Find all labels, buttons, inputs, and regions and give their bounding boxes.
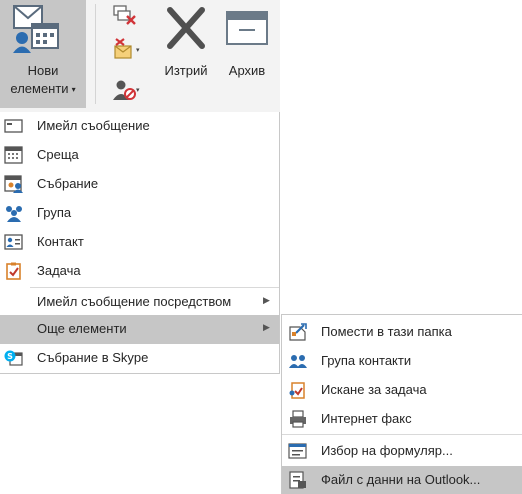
archive-icon	[226, 11, 268, 45]
ribbon-divider	[95, 4, 96, 104]
more-items-submenu: Помести в тази папка Група контакти Иска…	[281, 314, 522, 494]
submenu-item-outlook-data-file[interactable]: Файл с данни на Outlook...	[282, 466, 522, 494]
menu-item-label: Контакт	[37, 234, 84, 249]
menu-item-label: Събрание	[37, 176, 99, 191]
menu-item-label: Имейл съобщение	[37, 118, 150, 133]
clean-up-icon	[114, 38, 132, 59]
submenu-item-choose-form[interactable]: Избор на формуляр...	[282, 437, 522, 465]
delete-button[interactable]: Изтрий	[158, 0, 214, 90]
clean-up-button[interactable]: ▾	[108, 36, 144, 62]
new-items-label-line1: Нови	[27, 63, 59, 78]
submenu-item-label: Файл с данни на Outlook...	[321, 472, 481, 487]
submenu-arrow-icon: ▶	[263, 295, 270, 305]
submenu-item-task-request[interactable]: Искане за задача	[282, 376, 522, 404]
chevron-down-icon: ▾	[136, 47, 140, 54]
new-items-button[interactable]: Нови елементи ▾	[0, 0, 86, 108]
menu-item-label: Среща	[37, 147, 79, 162]
menu-item-label: Още елементи	[37, 321, 127, 336]
delete-icon	[167, 7, 205, 49]
junk-icon	[113, 80, 136, 100]
submenu-separator	[282, 434, 522, 435]
task-request-icon	[289, 382, 305, 399]
ignore-button[interactable]	[108, 2, 144, 28]
fax-icon	[290, 410, 306, 428]
submenu-item-post-in-folder[interactable]: Помести в тази папка	[282, 318, 522, 346]
submenu-item-label: Група контакти	[321, 353, 412, 368]
menu-item-appointment[interactable]: Среща	[0, 141, 279, 170]
ignore-icon	[113, 5, 136, 25]
calendar-appointment-icon	[4, 146, 23, 164]
chevron-down-icon: ▾	[71, 85, 76, 94]
task-icon	[6, 262, 21, 280]
menu-item-label: Събрание в Skype	[37, 350, 149, 365]
new-items-label-line2: елементи ▾	[10, 81, 76, 96]
menu-item-more-items[interactable]: Още елементи ▶	[0, 315, 279, 344]
submenu-item-label: Искане за задача	[321, 382, 427, 397]
menu-item-email-using[interactable]: Имейл съобщение посредством ▶	[0, 288, 279, 317]
menu-item-group[interactable]: Група	[0, 199, 279, 228]
submenu-arrow-icon: ▶	[263, 322, 270, 332]
submenu-item-label: Избор на формуляр...	[321, 443, 453, 458]
menu-item-email-message[interactable]: Имейл съобщение	[0, 112, 279, 141]
ribbon: Нови елементи ▾ ▾ ▾ Изтрий Архив	[0, 0, 280, 112]
menu-item-label: Имейл съобщение посредством	[37, 294, 232, 309]
submenu-item-label: Помести в тази папка	[321, 324, 452, 339]
menu-item-label: Група	[37, 205, 72, 220]
contact-card-icon	[4, 234, 23, 250]
meeting-icon	[4, 175, 23, 193]
email-message-icon	[4, 119, 23, 133]
menu-item-label: Задача	[37, 263, 81, 278]
submenu-item-internet-fax[interactable]: Интернет факс	[282, 405, 522, 433]
group-icon	[6, 206, 22, 222]
post-in-folder-icon	[289, 323, 307, 341]
choose-form-icon	[288, 443, 307, 459]
menu-item-meeting[interactable]: Събрание	[0, 170, 279, 199]
archive-label: Архив	[228, 63, 266, 78]
new-items-icon	[13, 5, 59, 53]
skype-meeting-icon: S	[4, 350, 23, 366]
new-items-menu: Имейл съобщение Среща Събрание Група Кон…	[0, 112, 280, 374]
menu-item-skype-meeting[interactable]: S Събрание в Skype	[0, 344, 279, 373]
junk-button[interactable]: ▾	[108, 76, 144, 102]
contact-group-icon	[289, 355, 307, 368]
menu-item-contact[interactable]: Контакт	[0, 228, 279, 257]
delete-label: Изтрий	[164, 63, 208, 78]
svg-text:S: S	[7, 352, 13, 361]
archive-button[interactable]: Архив	[220, 0, 274, 90]
submenu-item-label: Интернет факс	[321, 411, 412, 426]
menu-item-task[interactable]: Задача	[0, 257, 279, 286]
submenu-item-contact-group[interactable]: Група контакти	[282, 347, 522, 375]
outlook-data-file-icon	[289, 471, 306, 489]
chevron-down-icon: ▾	[136, 87, 140, 94]
